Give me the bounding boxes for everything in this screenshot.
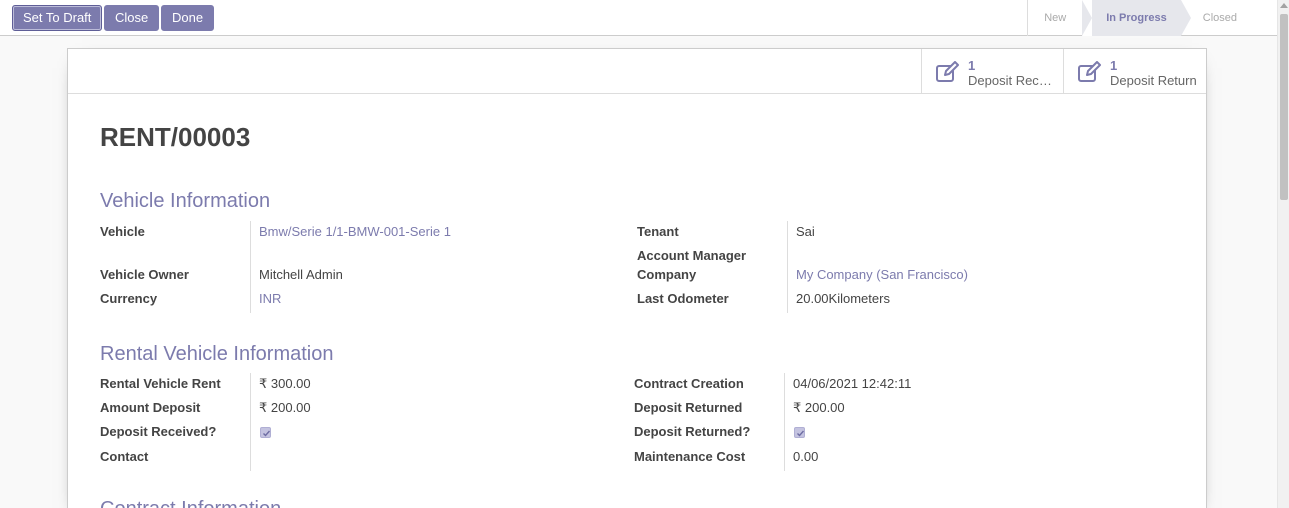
- deposit-returned-amount-value: ₹ 200.00: [793, 400, 845, 415]
- deposit-received-checkbox[interactable]: [260, 427, 271, 438]
- divider: [787, 221, 788, 313]
- deposit-received-label: Deposit Received: [968, 73, 1058, 88]
- company-label: Company: [637, 267, 697, 282]
- control-panel: Set To Draft Close Done New In Progress …: [0, 0, 1277, 36]
- deposit-return-count: 1: [1110, 58, 1118, 73]
- scroll-up-arrow-icon[interactable]: [1280, 3, 1288, 8]
- scrollbar-thumb[interactable]: [1280, 14, 1288, 200]
- last-odometer-value: 20.00Kilometers: [796, 291, 890, 306]
- contract-creation-label: Contract Creation: [634, 376, 744, 391]
- vehicle-label: Vehicle: [100, 224, 145, 239]
- maintenance-cost-value: 0.00: [793, 449, 819, 464]
- contact-label: Contact: [100, 449, 149, 464]
- last-odometer-label: Last Odometer: [637, 291, 729, 306]
- deposit-returned-checkbox[interactable]: [794, 427, 805, 438]
- rental-vehicle-information-heading: Rental Vehicle Information: [100, 343, 334, 365]
- amount-deposit-label: Amount Deposit: [100, 400, 201, 415]
- tenant-label: Tenant: [637, 224, 679, 239]
- account-manager-label: Account Manager: [637, 248, 747, 263]
- status-step-new[interactable]: New: [1028, 0, 1082, 36]
- rental-vehicle-rent-label: Rental Vehicle Rent: [100, 376, 221, 391]
- set-to-draft-button[interactable]: Set To Draft: [12, 5, 103, 31]
- vertical-scrollbar[interactable]: [1277, 0, 1289, 508]
- company-link[interactable]: My Company (San Francisco): [796, 267, 968, 282]
- edit-icon: [1078, 61, 1101, 82]
- checkmark-icon: [797, 430, 805, 437]
- status-bar: New In Progress Closed: [1027, 0, 1265, 36]
- status-step-in-progress[interactable]: In Progress: [1082, 0, 1191, 36]
- deposit-return-label: Deposit Return: [1110, 73, 1197, 88]
- deposit-received-smart-button[interactable]: 1 Deposit Received: [921, 49, 1063, 93]
- divider: [784, 373, 785, 471]
- record-title: RENT/00003: [100, 122, 251, 152]
- smart-button-box: 1 Deposit Received 1 Deposit Return: [68, 49, 1206, 94]
- deposit-returned-amount-label: Deposit Returned: [634, 400, 743, 415]
- deposit-received-field-label: Deposit Received?: [100, 424, 217, 439]
- close-button[interactable]: Close: [104, 5, 160, 31]
- vehicle-owner-label: Vehicle Owner: [100, 267, 189, 282]
- form-sheet: 1 Deposit Received 1 Deposit Return RENT…: [67, 48, 1207, 508]
- divider: [250, 373, 251, 471]
- status-step-closed[interactable]: Closed: [1181, 0, 1265, 36]
- amount-deposit-value: ₹ 200.00: [259, 400, 311, 415]
- currency-link[interactable]: INR: [259, 291, 281, 306]
- currency-label: Currency: [100, 291, 158, 306]
- contract-creation-value: 04/06/2021 12:42:11: [793, 376, 912, 391]
- deposit-returned-field-label: Deposit Returned?: [634, 424, 751, 439]
- deposit-received-count: 1: [968, 58, 976, 73]
- edit-icon: [936, 61, 959, 82]
- checkmark-icon: [263, 430, 271, 437]
- tenant-value: Sai: [796, 224, 815, 239]
- rental-vehicle-rent-value: ₹ 300.00: [259, 376, 311, 391]
- vehicle-information-heading: Vehicle Information: [100, 190, 271, 212]
- contract-information-heading: Contract Information: [100, 498, 281, 508]
- vehicle-owner-value: Mitchell Admin: [259, 267, 343, 282]
- done-button[interactable]: Done: [161, 5, 215, 31]
- maintenance-cost-label: Maintenance Cost: [634, 449, 746, 464]
- vehicle-link[interactable]: Bmw/Serie 1/1-BMW-001-Serie 1: [259, 224, 451, 239]
- divider: [250, 221, 251, 313]
- deposit-return-smart-button[interactable]: 1 Deposit Return: [1063, 49, 1205, 93]
